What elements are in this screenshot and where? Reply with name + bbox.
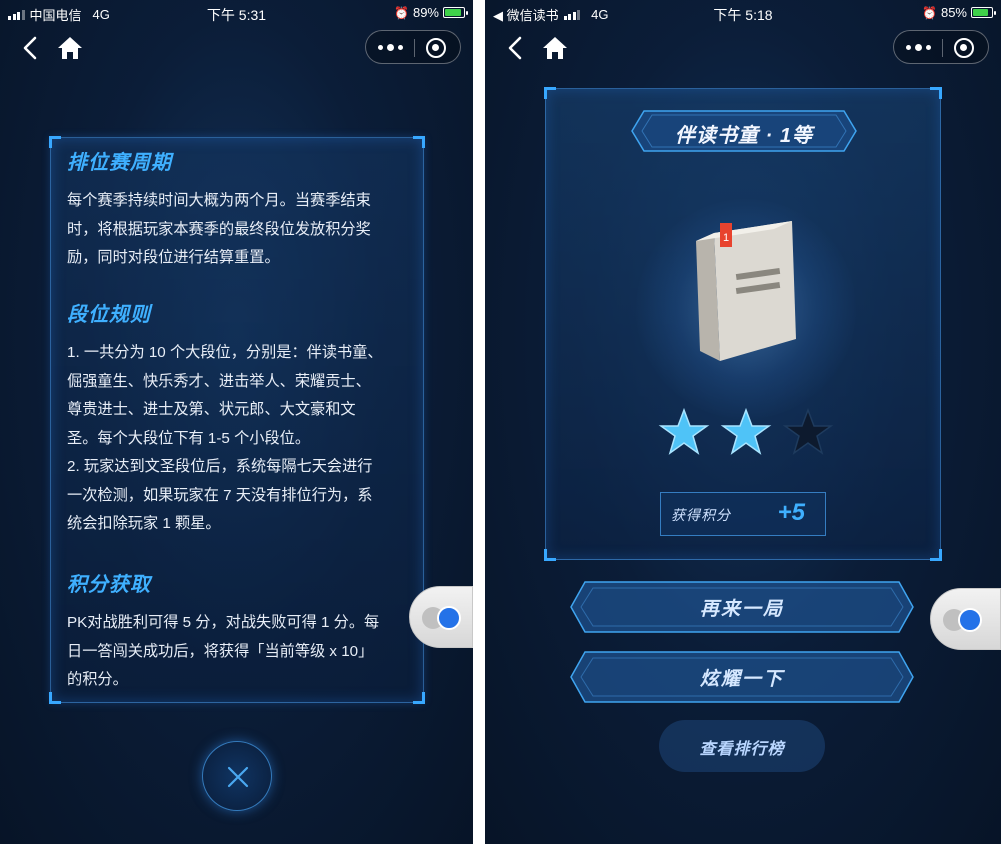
score-label: 获得积分: [671, 507, 731, 523]
panel-corner: [544, 549, 556, 561]
star-icon: [658, 407, 710, 455]
section-heading: 积分获取: [67, 574, 151, 596]
panel-corner: [930, 549, 942, 561]
rules-panel: 排位赛周期 每个赛季持续时间大概为两个月。当赛季结束 时，将根据玩家本赛季的最终…: [49, 136, 425, 704]
close-icon: [227, 766, 249, 788]
book-tag-number: 1: [723, 232, 729, 244]
status-bar: 中国电信 4G 下午 5:31 ⏰ 89%: [0, 0, 473, 26]
panel-corner: [930, 87, 942, 99]
alarm-icon: ⏰: [394, 5, 409, 20]
star-icon: [782, 407, 834, 455]
home-icon[interactable]: [541, 34, 569, 62]
rules-screen: 中国电信 4G 下午 5:31 ⏰ 89% 排位赛周期 每个赛季持续时间大概为两…: [0, 0, 473, 844]
more-icon[interactable]: [366, 31, 414, 63]
alarm-icon: ⏰: [922, 5, 937, 20]
miniprogram-capsule: [893, 30, 989, 64]
stars-rating: [658, 407, 834, 455]
star-icon: [720, 407, 772, 455]
back-icon[interactable]: [18, 34, 44, 62]
score-box: 获得积分 +5: [660, 492, 826, 536]
status-bar: ◀ 微信读书 4G 下午 5:18 ⏰ 85%: [485, 0, 1001, 26]
panel-corner: [413, 136, 425, 148]
share-label: 炫耀一下: [699, 669, 784, 690]
nav-bar: [485, 28, 1001, 68]
section-text: 1. 一共分为 10 个大段位，分别是：伴读书童、 倔强童生、快乐秀才、进击举人…: [67, 344, 383, 532]
battery-percent: 89%: [412, 5, 439, 20]
status-right: ⏰ 85%: [922, 5, 996, 20]
battery-percent: 85%: [940, 5, 967, 20]
home-icon[interactable]: [56, 34, 84, 62]
close-miniprogram-icon[interactable]: [954, 38, 974, 58]
rank-title: 伴读书童 · 1等: [675, 125, 813, 147]
score-value: +5: [777, 499, 805, 526]
back-icon[interactable]: [503, 34, 529, 62]
nav-bar: [0, 28, 473, 68]
rules-section-rank: 段位规则 1. 一共分为 10 个大段位，分别是：伴读书童、 倔强童生、快乐秀才…: [67, 298, 409, 539]
play-again-button[interactable]: 再来一局: [569, 580, 915, 634]
panel-corner: [49, 136, 61, 148]
more-icon[interactable]: [894, 31, 942, 63]
section-text: 每个赛季持续时间大概为两个月。当赛季结束 时，将根据玩家本赛季的最终段位发放积分…: [67, 192, 371, 266]
leaderboard-label: 查看排行榜: [699, 741, 785, 758]
panel-corner: [49, 692, 61, 704]
close-miniprogram-icon[interactable]: [426, 38, 446, 58]
miniprogram-capsule: [365, 30, 461, 64]
miniprogram-logo-icon: [437, 606, 461, 630]
leaderboard-button[interactable]: 查看排行榜: [659, 720, 825, 772]
battery-icon: [971, 7, 996, 18]
play-again-label: 再来一局: [699, 599, 784, 620]
status-right: ⏰ 89%: [394, 5, 468, 20]
share-button[interactable]: 炫耀一下: [569, 650, 915, 704]
floating-tab[interactable]: [409, 586, 473, 648]
panel-corner: [413, 692, 425, 704]
close-button[interactable]: [202, 741, 272, 811]
section-heading: 排位赛周期: [67, 152, 172, 174]
section-text: PK对战胜利可得 5 分，对战失败可得 1 分。每 日一答闯关成功后，将获得「当…: [67, 614, 380, 688]
result-panel: 伴读书童 · 1等 1 获得积分 +5: [544, 87, 942, 561]
floating-tab[interactable]: [930, 588, 1001, 650]
battery-icon: [443, 7, 468, 18]
section-heading: 段位规则: [67, 304, 151, 326]
book-icon: 1: [696, 221, 796, 361]
capsule-divider: [414, 39, 415, 57]
miniprogram-logo-icon: [958, 608, 982, 632]
capsule-divider: [942, 39, 943, 57]
panel-corner: [544, 87, 556, 99]
result-screen: ◀ 微信读书 4G 下午 5:18 ⏰ 85% 伴读书童 · 1等 1 获得积分…: [485, 0, 1001, 844]
rules-section-season: 排位赛周期 每个赛季持续时间大概为两个月。当赛季结束 时，将根据玩家本赛季的最终…: [67, 146, 409, 273]
rules-section-points: 积分获取 PK对战胜利可得 5 分，对战失败可得 1 分。每 日一答闯关成功后，…: [67, 568, 409, 695]
